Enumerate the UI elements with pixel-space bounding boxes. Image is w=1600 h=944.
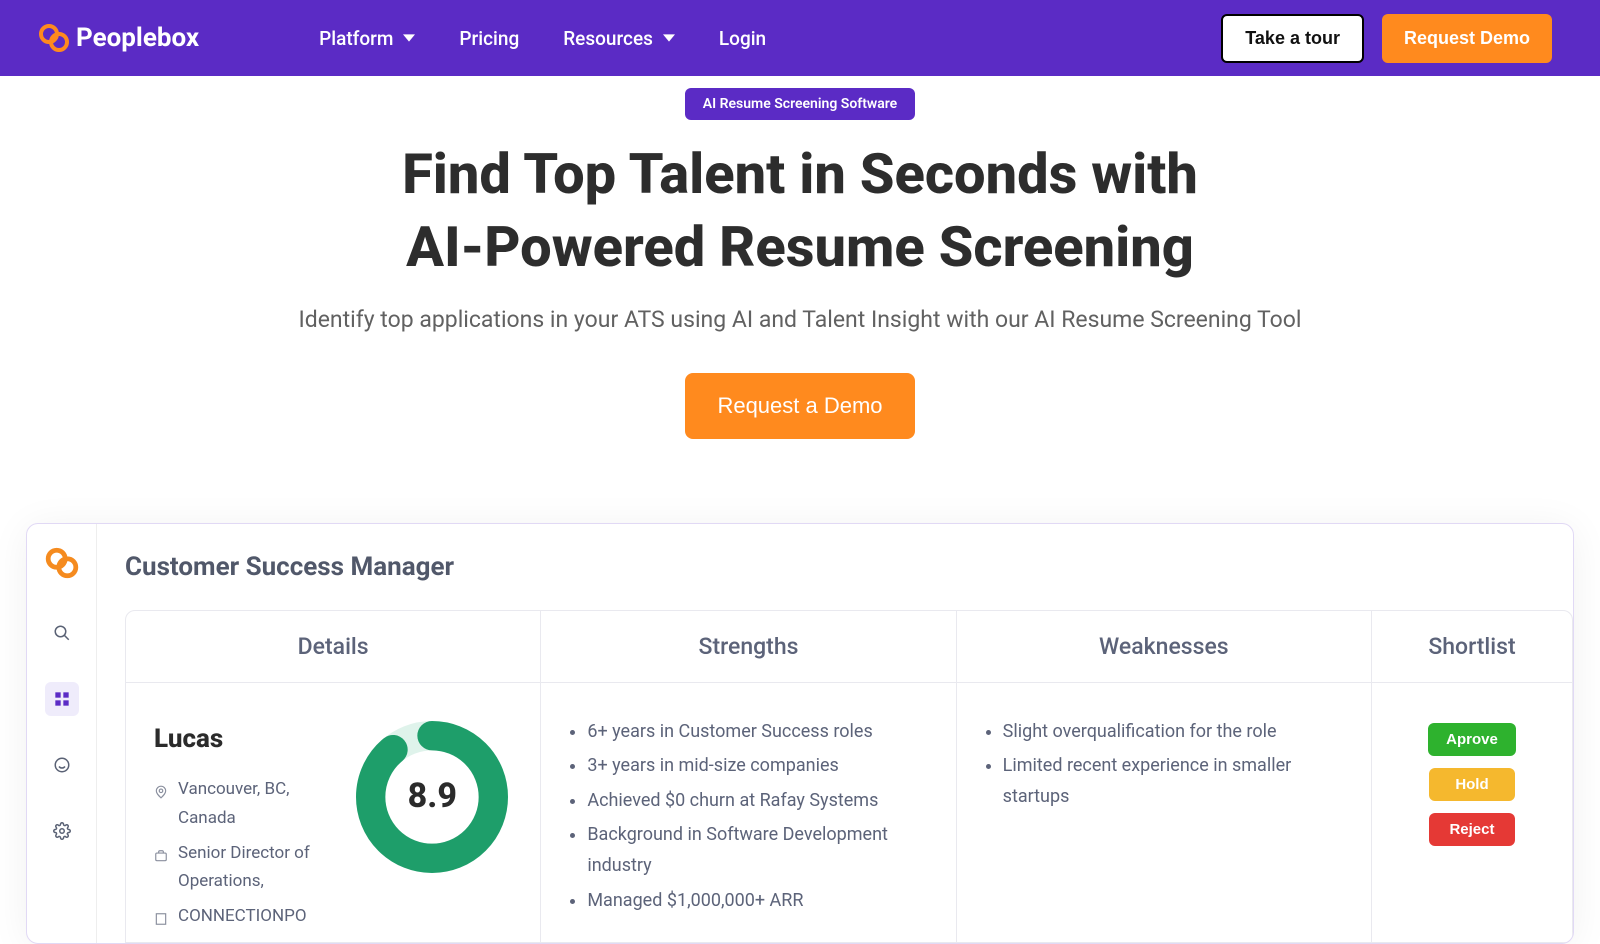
col-weaknesses: Weaknesses [957, 611, 1372, 682]
nav-item-label: Pricing [459, 27, 519, 50]
sidebar-logo-icon [45, 546, 79, 584]
list-item: Managed $1,000,000+ ARR [587, 886, 927, 917]
list-item: 6+ years in Customer Success roles [587, 717, 927, 748]
candidate-title: Senior Director of Operations, [178, 839, 324, 897]
cell-weaknesses: Slight overqualification for the roleLim… [957, 683, 1372, 943]
cell-strengths: 6+ years in Customer Success roles3+ yea… [541, 683, 956, 943]
hold-button[interactable]: Hold [1429, 768, 1515, 801]
dashboard-icon[interactable] [45, 682, 79, 716]
nav-item-resources[interactable]: Resources [563, 27, 675, 50]
hero-title-line1: Find Top Talent in Seconds with [402, 141, 1198, 207]
location-icon [154, 780, 170, 833]
table-row: Lucas Vancouver, BC, Canada [126, 683, 1572, 943]
settings-icon[interactable] [45, 814, 79, 848]
request-demo-nav-button[interactable]: Request Demo [1382, 14, 1552, 63]
nav-menu: Platform Pricing Resources Login [319, 27, 766, 50]
chat-icon[interactable] [45, 748, 79, 782]
nav-item-pricing[interactable]: Pricing [459, 27, 519, 50]
strengths-list: 6+ years in Customer Success roles3+ yea… [569, 717, 927, 917]
top-nav: Peoplebox Platform Pricing Resources Log… [0, 0, 1600, 76]
hero-title: Find Top Talent in Seconds with AI-Power… [250, 138, 1350, 284]
building-icon [154, 907, 170, 936]
score-value: 8.9 [408, 768, 457, 826]
col-shortlist: Shortlist [1372, 611, 1572, 682]
table-header: Details Strengths Weaknesses Shortlist [126, 611, 1572, 683]
briefcase-icon [154, 844, 170, 897]
candidate-table: Details Strengths Weaknesses Shortlist L… [125, 610, 1573, 944]
hero-title-line2: AI-Powered Resume Screening [406, 214, 1194, 280]
nav-item-platform[interactable]: Platform [319, 27, 415, 50]
candidate-location: Vancouver, BC, Canada [178, 775, 324, 833]
list-item: Background in Software Development indus… [587, 820, 927, 881]
list-item: Limited recent experience in smaller sta… [1003, 751, 1343, 812]
product-preview: Customer Success Manager Details Strengt… [26, 523, 1574, 944]
hero-subtitle: Identify top applications in your ATS us… [0, 306, 1600, 333]
hero: AI Resume Screening Software Find Top Ta… [0, 76, 1600, 439]
preview-sidebar [27, 524, 97, 944]
request-demo-hero-button[interactable]: Request a Demo [685, 373, 914, 439]
weaknesses-list: Slight overqualification for the roleLim… [985, 717, 1343, 813]
list-item: Slight overqualification for the role [1003, 717, 1343, 748]
take-tour-button[interactable]: Take a tour [1221, 14, 1364, 63]
col-strengths: Strengths [541, 611, 956, 682]
candidate-name: Lucas [154, 717, 324, 761]
logo[interactable]: Peoplebox [38, 22, 199, 54]
approve-button[interactable]: Aprove [1428, 723, 1516, 756]
reject-button[interactable]: Reject [1429, 813, 1515, 846]
candidate-company: CONNECTIONPO [178, 902, 307, 936]
preview-main: Customer Success Manager Details Strengt… [97, 524, 1573, 944]
nav-item-login[interactable]: Login [719, 27, 766, 50]
logo-text: Peoplebox [76, 23, 199, 53]
logo-icon [38, 22, 70, 54]
col-details: Details [126, 611, 541, 682]
cell-shortlist: Aprove Hold Reject [1372, 683, 1572, 943]
list-item: 3+ years in mid-size companies [587, 751, 927, 782]
chevron-down-icon [663, 32, 675, 44]
cell-details: Lucas Vancouver, BC, Canada [126, 683, 541, 943]
chevron-down-icon [403, 32, 415, 44]
nav-actions: Take a tour Request Demo [1221, 14, 1552, 63]
search-icon[interactable] [45, 616, 79, 650]
score-donut: 8.9 [352, 717, 512, 877]
nav-item-label: Resources [563, 27, 653, 50]
nav-item-label: Platform [319, 27, 393, 50]
job-title: Customer Success Manager [125, 552, 1573, 582]
nav-item-label: Login [719, 27, 766, 50]
list-item: Achieved $0 churn at Rafay Systems [587, 786, 927, 817]
hero-badge: AI Resume Screening Software [685, 88, 915, 120]
